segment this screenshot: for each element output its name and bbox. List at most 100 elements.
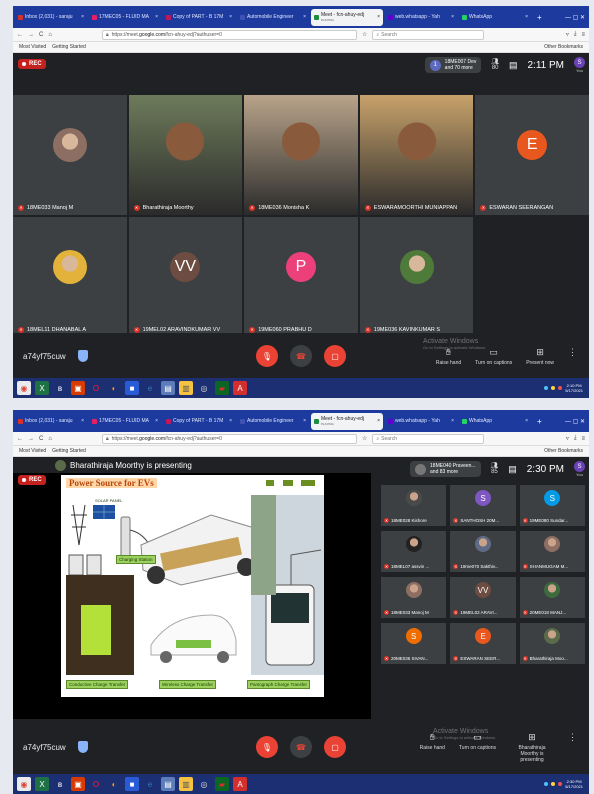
forward-icon[interactable]: → <box>28 32 34 38</box>
clock[interactable]: 2:30 PM 5/17/2021 <box>565 779 583 789</box>
forward-icon[interactable]: → <box>28 436 34 442</box>
self-avatar-group[interactable]: S You <box>574 461 585 477</box>
settings-icon[interactable]: ◎ <box>197 777 211 791</box>
more-options-button[interactable]: ⋮ <box>568 732 577 763</box>
edge-icon[interactable]: e <box>143 777 157 791</box>
browser-tab[interactable]: Automobile Engineer × <box>237 10 309 25</box>
excel-icon[interactable]: X <box>35 777 49 791</box>
bookmark-star-icon[interactable]: ☆ <box>362 435 367 442</box>
tab-close-icon[interactable]: × <box>81 418 84 424</box>
browser-tab[interactable]: Automobile Engineer × <box>237 414 309 429</box>
firefox-icon[interactable]: ◐ <box>107 381 121 395</box>
notes-icon[interactable]: ▤ <box>161 381 175 395</box>
bookmark-most-visited[interactable]: Most Visited <box>19 448 46 454</box>
shield-icon[interactable] <box>77 741 88 753</box>
back-icon[interactable]: ← <box>17 436 23 442</box>
meeting-code[interactable]: a74yf75cuw <box>23 743 66 752</box>
office-icon[interactable]: ▣ <box>71 777 85 791</box>
battery-icon[interactable] <box>558 782 563 786</box>
tab-close-icon[interactable]: × <box>451 14 454 20</box>
tab-close-icon[interactable]: × <box>525 418 528 424</box>
tab-close-icon[interactable]: × <box>229 418 232 424</box>
excel-icon[interactable]: X <box>35 381 49 395</box>
browser-tab[interactable]: Inbox (2,031) - saraju × <box>15 414 87 429</box>
other-bookmarks[interactable]: Other Bookmarks <box>544 448 583 454</box>
network-icon[interactable] <box>544 386 549 390</box>
volume-icon[interactable] <box>551 782 556 786</box>
other-bookmarks[interactable]: Other Bookmarks <box>544 44 583 50</box>
browser-tab[interactable]: Inbox (2,031) - saraju × <box>15 10 87 25</box>
reload-icon[interactable]: C <box>39 32 43 38</box>
meeting-code[interactable]: a74yf75cuw <box>23 352 66 361</box>
download-icon[interactable]: ⤓ <box>574 435 577 442</box>
browser-tab[interactable]: Meet - fcn-ahuy-edj PLAYING × <box>311 412 383 430</box>
bluetooth-icon[interactable]: ʙ <box>53 777 67 791</box>
pocket-icon[interactable]: ▿ <box>566 31 569 38</box>
browser-tab[interactable]: Copy of PART - B 17M × <box>163 414 235 429</box>
people-button[interactable]: 👥︎ 80 <box>491 59 499 71</box>
pdf-icon[interactable]: A <box>233 381 247 395</box>
battery-icon[interactable] <box>558 386 563 390</box>
menu-icon[interactable]: ≡ <box>581 436 585 442</box>
flag-icon[interactable]: ▰ <box>215 777 229 791</box>
browser-tab[interactable]: web.whatsapp - Yah × <box>385 414 457 429</box>
chrome-icon[interactable]: ◉ <box>17 381 31 395</box>
bookmark-getting-started[interactable]: Getting Started <box>52 44 86 50</box>
files-icon[interactable]: ▥ <box>179 381 193 395</box>
tab-close-icon[interactable]: × <box>451 418 454 424</box>
self-avatar-group[interactable]: S You <box>574 57 585 73</box>
reload-icon[interactable]: C <box>39 436 43 442</box>
volume-icon[interactable] <box>551 386 556 390</box>
opera-icon[interactable]: O <box>89 777 103 791</box>
tab-close-icon[interactable]: × <box>155 418 158 424</box>
files-icon[interactable]: ▥ <box>179 777 193 791</box>
shield-icon[interactable] <box>77 350 88 362</box>
presenting-button[interactable]: ⊞ Bharathiraja Moorthy is presenting <box>510 732 554 763</box>
more-options-button[interactable]: ⋮ <box>568 347 577 366</box>
media-icon[interactable]: ■ <box>125 381 139 395</box>
network-icon[interactable] <box>544 782 549 786</box>
menu-icon[interactable]: ≡ <box>581 32 585 38</box>
mic-off-button[interactable]: 🎙︎ <box>256 736 278 758</box>
settings-icon[interactable]: ◎ <box>197 381 211 395</box>
browser-tab[interactable]: WhatsApp × <box>459 10 531 25</box>
camera-off-button[interactable]: ▢ <box>324 736 346 758</box>
tab-close-icon[interactable]: × <box>377 14 380 20</box>
chrome-icon[interactable]: ◉ <box>17 777 31 791</box>
browser-tab[interactable]: 17MEC05 - FLUID MA × <box>89 10 161 25</box>
opera-icon[interactable]: O <box>89 381 103 395</box>
bookmark-star-icon[interactable]: ☆ <box>362 31 367 38</box>
office-icon[interactable]: ▣ <box>71 381 85 395</box>
tab-close-icon[interactable]: × <box>81 14 84 20</box>
bookmark-getting-started[interactable]: Getting Started <box>52 448 86 454</box>
browser-tab[interactable]: Copy of PART - B 17M × <box>163 10 235 25</box>
home-icon[interactable]: ⌂ <box>48 436 52 442</box>
browser-tab[interactable]: Meet - fcn-ahuy-edj PLAYING × <box>311 8 383 26</box>
tab-close-icon[interactable]: × <box>303 418 306 424</box>
download-icon[interactable]: ⤓ <box>574 31 577 38</box>
camera-off-button[interactable]: ▢ <box>324 345 346 367</box>
home-icon[interactable]: ⌂ <box>48 32 52 38</box>
search-box[interactable]: ⌕ Search <box>372 29 485 40</box>
chat-icon[interactable]: ▤ <box>508 464 517 475</box>
end-call-button[interactable]: ☎︎ <box>290 736 312 758</box>
notes-icon[interactable]: ▤ <box>161 777 175 791</box>
new-tab-icon[interactable]: + <box>537 417 542 426</box>
clock[interactable]: 2:10 PM 5/17/2021 <box>565 383 583 393</box>
address-bar[interactable]: 🔒︎ https://meet.google.com/fcn-ahuy-edj?… <box>101 29 357 40</box>
chat-icon[interactable]: ▤ <box>509 60 518 71</box>
tab-close-icon[interactable]: × <box>303 14 306 20</box>
bluetooth-icon[interactable]: ʙ <box>53 381 67 395</box>
tab-close-icon[interactable]: × <box>377 418 380 424</box>
browser-tab[interactable]: 17MEC05 - FLUID MA × <box>89 414 161 429</box>
flag-icon[interactable]: ▰ <box>215 381 229 395</box>
back-icon[interactable]: ← <box>17 32 23 38</box>
edge-icon[interactable]: e <box>143 381 157 395</box>
pdf-icon[interactable]: A <box>233 777 247 791</box>
browser-tab[interactable]: WhatsApp × <box>459 414 531 429</box>
present-now-button[interactable]: ⊞ Present now <box>526 347 554 366</box>
media-icon[interactable]: ■ <box>125 777 139 791</box>
tab-close-icon[interactable]: × <box>525 14 528 20</box>
window-controls[interactable]: — ▢ ✕ <box>565 418 589 425</box>
participants-pill[interactable]: 18ME040 Praveen... and 83 more <box>410 461 481 477</box>
